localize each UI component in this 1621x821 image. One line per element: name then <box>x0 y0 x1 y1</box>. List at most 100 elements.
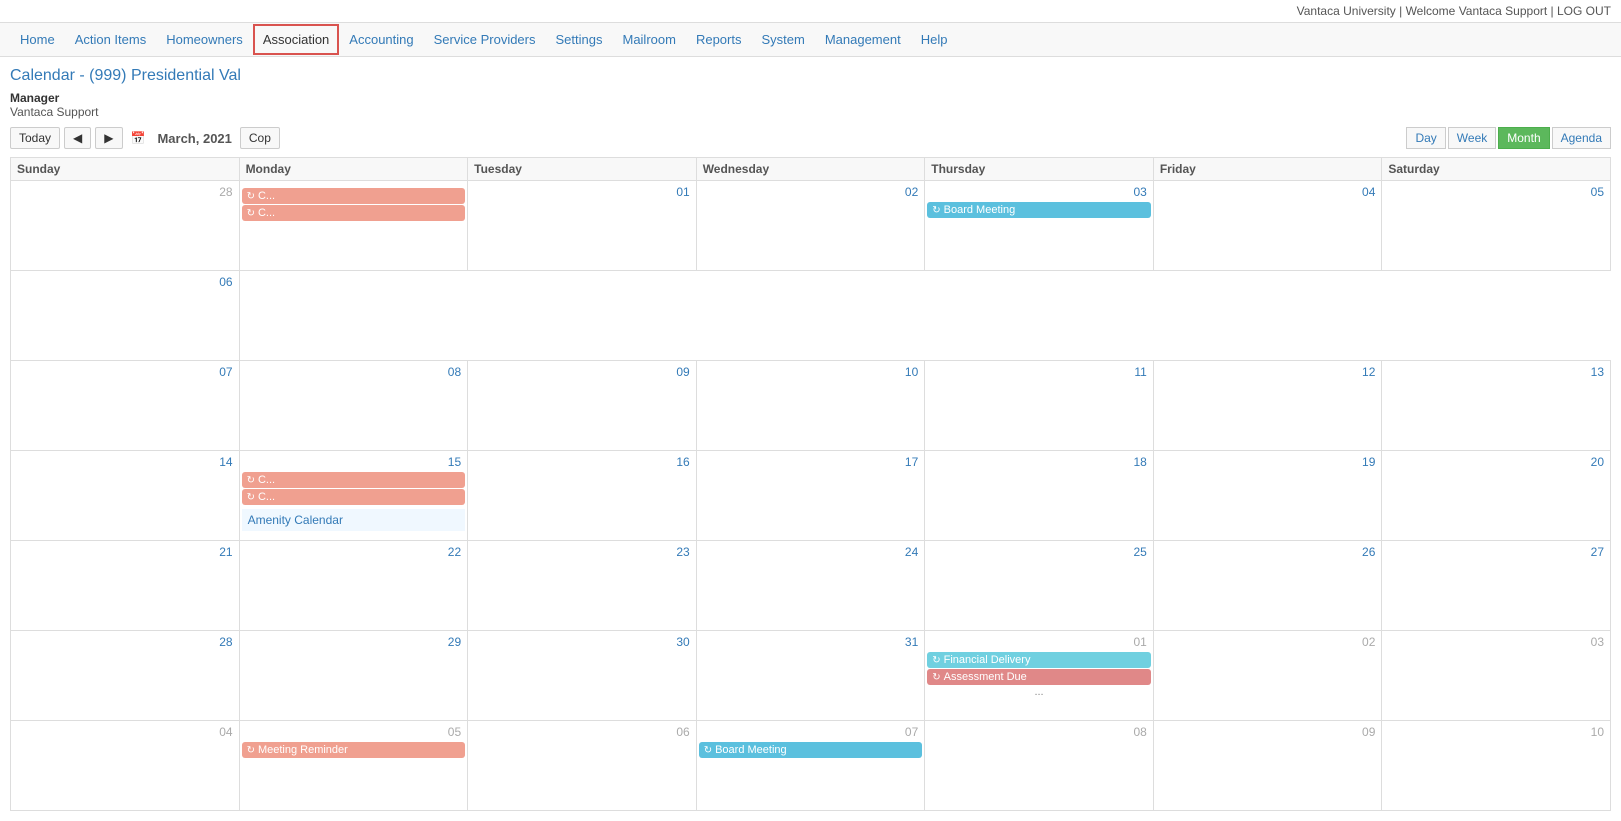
col-friday: Friday <box>1153 158 1382 181</box>
manager-name: Vantaca Support <box>10 105 1611 119</box>
table-row: 27 <box>1382 541 1611 631</box>
event-c3[interactable]: ↻ C... <box>242 472 466 488</box>
nav-item-management[interactable]: Management <box>815 24 911 55</box>
table-row: 12 <box>1153 361 1382 451</box>
table-row: 11 <box>925 361 1154 451</box>
event-c4[interactable]: ↻ C... <box>242 489 466 505</box>
today-button[interactable]: Today <box>10 127 60 149</box>
cal-week-2: 07 08 09 10 11 12 13 <box>11 361 1611 451</box>
nav-item-association[interactable]: Association <box>253 24 339 55</box>
amenity-calendar-label: Amenity Calendar <box>242 509 466 531</box>
event-board-meeting-2[interactable]: ↻ Board Meeting <box>699 742 923 758</box>
table-row: 01 ↻ Financial Delivery ↻ Assessment Due… <box>925 631 1154 721</box>
col-thursday: Thursday <box>925 158 1154 181</box>
event-assessment-due[interactable]: ↻ Assessment Due <box>927 669 1151 685</box>
cal-week-extra: 06 <box>11 271 1611 361</box>
cal-toolbar-left: Today ◀ ▶ 📅 March, 2021 Cop <box>10 127 280 149</box>
nav-item-mailroom[interactable]: Mailroom <box>612 24 685 55</box>
more-events-dots[interactable]: ... <box>927 686 1151 698</box>
table-row: 20 <box>1382 451 1611 541</box>
table-row: 06 <box>468 721 697 811</box>
cal-week-4: 21 22 23 24 25 26 27 <box>11 541 1611 631</box>
day-view-button[interactable]: Day <box>1406 127 1445 149</box>
col-sunday: Sunday <box>11 158 240 181</box>
col-monday: Monday <box>239 158 468 181</box>
nav-item-action-items[interactable]: Action Items <box>65 24 157 55</box>
table-row: 03 ↻ Board Meeting <box>925 181 1154 271</box>
calendar-toolbar: Today ◀ ▶ 📅 March, 2021 Cop Day Week Mon… <box>10 127 1611 149</box>
table-row: 06 <box>11 271 240 361</box>
page-title: Calendar - (999) Presidential Val <box>10 67 1611 85</box>
prev-button[interactable]: ◀ <box>64 127 91 149</box>
month-view-button[interactable]: Month <box>1498 127 1549 149</box>
table-row: 05 <box>1382 181 1611 271</box>
table-row: 14 <box>11 451 240 541</box>
table-row: 13 <box>1382 361 1611 451</box>
next-button[interactable]: ▶ <box>95 127 122 149</box>
table-row: 17 <box>696 451 925 541</box>
table-row: 28 <box>11 631 240 721</box>
event-c1[interactable]: ↻ C... <box>242 188 466 204</box>
table-row: 10 <box>1382 721 1611 811</box>
table-row: 21 <box>11 541 240 631</box>
table-row: 02 <box>696 181 925 271</box>
table-row: ↻ C... ↻ C... <box>239 181 468 271</box>
event-meeting-reminder[interactable]: ↻ Meeting Reminder <box>242 742 466 758</box>
nav-item-homeowners[interactable]: Homeowners <box>156 24 253 55</box>
cal-week-6: 04 05 ↻ Meeting Reminder 06 07 ↻ Board M… <box>11 721 1611 811</box>
cal-week-5: 28 29 30 31 01 ↻ Financial Delivery ↻ As… <box>11 631 1611 721</box>
top-bar: Vantaca University | Welcome Vantaca Sup… <box>0 0 1621 23</box>
table-row: 24 <box>696 541 925 631</box>
table-row: 22 <box>239 541 468 631</box>
copy-button[interactable]: Cop <box>240 127 280 149</box>
cal-week-1: 28 ↻ C... ↻ C... 01 02 03 ↻ Board Meetin… <box>11 181 1611 271</box>
table-row: 04 <box>11 721 240 811</box>
table-row: 31 <box>696 631 925 721</box>
table-row: 08 <box>239 361 468 451</box>
table-row: 25 <box>925 541 1154 631</box>
table-row: 05 ↻ Meeting Reminder <box>239 721 468 811</box>
nav-item-home[interactable]: Home <box>10 24 65 55</box>
manager-section: Manager Vantaca Support <box>10 91 1611 119</box>
table-row: 10 <box>696 361 925 451</box>
table-row: 28 <box>11 181 240 271</box>
table-row: 15 ↻ C... ↻ C... Amenity Calendar <box>239 451 468 541</box>
table-row: 03 <box>1382 631 1611 721</box>
event-board-meeting-1[interactable]: ↻ Board Meeting <box>927 202 1151 218</box>
nav-bar: Home Action Items Homeowners Association… <box>0 23 1621 57</box>
agenda-view-button[interactable]: Agenda <box>1552 127 1611 149</box>
cal-toolbar-right: Day Week Month Agenda <box>1406 127 1611 149</box>
table-row: 01 <box>468 181 697 271</box>
event-financial-delivery[interactable]: ↻ Financial Delivery <box>927 652 1151 668</box>
page-content: Calendar - (999) Presidential Val Manage… <box>0 57 1621 821</box>
table-row: 23 <box>468 541 697 631</box>
table-row: 08 <box>925 721 1154 811</box>
nav-item-service-providers[interactable]: Service Providers <box>424 24 546 55</box>
col-wednesday: Wednesday <box>696 158 925 181</box>
col-tuesday: Tuesday <box>468 158 697 181</box>
table-row: 09 <box>468 361 697 451</box>
event-c2[interactable]: ↻ C... <box>242 205 466 221</box>
manager-label: Manager <box>10 91 1611 105</box>
nav-item-system[interactable]: System <box>751 24 814 55</box>
nav-item-accounting[interactable]: Accounting <box>339 24 423 55</box>
table-row: 30 <box>468 631 697 721</box>
nav-item-help[interactable]: Help <box>911 24 958 55</box>
table-row: 07 <box>11 361 240 451</box>
nav-item-reports[interactable]: Reports <box>686 24 752 55</box>
table-row: 02 <box>1153 631 1382 721</box>
top-bar-info: Vantaca University | Welcome Vantaca Sup… <box>1297 4 1611 18</box>
table-row: 09 <box>1153 721 1382 811</box>
table-row: 18 <box>925 451 1154 541</box>
table-row: 16 <box>468 451 697 541</box>
table-row: 19 <box>1153 451 1382 541</box>
cal-week-3: 14 15 ↻ C... ↻ C... Amenity Calendar 16 … <box>11 451 1611 541</box>
week-view-button[interactable]: Week <box>1448 127 1496 149</box>
nav-item-settings[interactable]: Settings <box>546 24 613 55</box>
month-label: March, 2021 <box>157 131 231 146</box>
calendar-grid: Sunday Monday Tuesday Wednesday Thursday… <box>10 157 1611 811</box>
table-row: 29 <box>239 631 468 721</box>
table-row: 26 <box>1153 541 1382 631</box>
table-row: 07 ↻ Board Meeting <box>696 721 925 811</box>
col-saturday: Saturday <box>1382 158 1611 181</box>
